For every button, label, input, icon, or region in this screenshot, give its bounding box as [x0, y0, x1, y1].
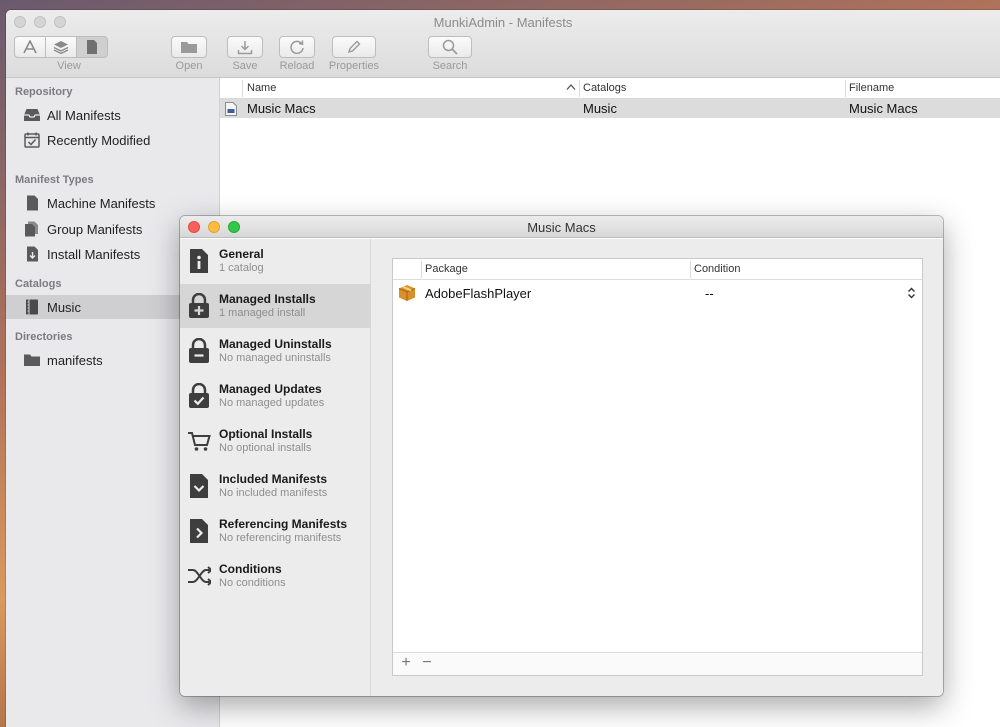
nav-item-general[interactable]: General 1 catalog: [180, 239, 371, 283]
detail-pane: Package Condition AdobeFlashPlayer -- + …: [371, 239, 943, 696]
sidebar-item-label: Install Manifests: [47, 246, 141, 262]
search-label: Search: [432, 60, 468, 72]
pencil-icon: [347, 40, 361, 54]
view-label: View: [57, 60, 81, 72]
table-row[interactable]: Music Macs Music Music Macs: [220, 99, 1000, 118]
document-icon: [87, 40, 97, 54]
sidebar-item-all-manifests[interactable]: All Manifests: [6, 103, 220, 127]
folder-icon: [181, 42, 197, 53]
properties-label: Properties: [328, 60, 380, 72]
search-button[interactable]: [428, 36, 472, 58]
search-icon: [442, 39, 458, 55]
nav-item-managed-updates[interactable]: Managed Updates No managed updates: [180, 374, 371, 418]
package-icon: [398, 284, 416, 305]
save-icon: [237, 40, 253, 54]
manifest-table-header: Name Catalogs Filename: [220, 78, 1000, 99]
nav-item-included-manifests[interactable]: Included Manifests No included manifests: [180, 464, 371, 508]
calendar-check-icon: [23, 131, 41, 149]
reload-button[interactable]: [279, 36, 315, 58]
sidebar-item-label: Recently Modified: [47, 132, 151, 148]
cell-package: AdobeFlashPlayer: [425, 286, 532, 301]
view-manifests-button[interactable]: [76, 36, 108, 58]
column-header-condition[interactable]: Condition: [694, 263, 740, 275]
sidebar-item-label: manifests: [47, 352, 103, 368]
sidebar-item-machine-manifests[interactable]: Machine Manifests: [6, 191, 220, 215]
sidebar-item-label: All Manifests: [47, 107, 121, 123]
chevron-up-down-icon[interactable]: [907, 287, 916, 302]
sidebar-item-label: Music: [47, 299, 81, 315]
nav-item-conditions[interactable]: Conditions No conditions: [180, 554, 371, 598]
remove-package-button[interactable]: −: [417, 654, 437, 672]
cell-filename: Music Macs: [849, 101, 918, 116]
view-packages-button[interactable]: [14, 36, 46, 58]
properties-button[interactable]: [332, 36, 376, 58]
sidebar-item-label: Machine Manifests: [47, 195, 156, 211]
manifest-detail-window: Music Macs General 1 catalog Managed Ins…: [180, 216, 943, 696]
open-label: Open: [175, 60, 203, 72]
document-chevron-right-icon: [187, 517, 211, 545]
sidebar-header-catalogs: Catalogs: [15, 278, 62, 290]
manifest-file-icon: [225, 102, 237, 119]
sort-ascending-icon: [566, 82, 576, 94]
app-store-icon: [23, 40, 37, 54]
packages-table-header: Package Condition: [393, 259, 922, 280]
save-button[interactable]: [227, 36, 263, 58]
shuffle-icon: [187, 562, 211, 590]
layers-icon: [53, 41, 69, 54]
table-row[interactable]: AdobeFlashPlayer --: [393, 282, 922, 306]
title-bar: MunkiAdmin - Manifests View Open Save Re…: [6, 10, 1000, 78]
catalog-icon: [23, 298, 41, 316]
document-chevron-down-icon: [187, 472, 211, 500]
column-header-catalogs[interactable]: Catalogs: [583, 82, 626, 94]
window-title: MunkiAdmin - Manifests: [433, 15, 573, 30]
documents-icon: [23, 220, 41, 238]
reload-label: Reload: [279, 60, 315, 72]
cell-catalogs: Music: [583, 101, 617, 116]
view-catalogs-button[interactable]: [45, 36, 77, 58]
lock-check-icon: [187, 382, 211, 410]
document-download-icon: [23, 245, 41, 263]
tray-icon: [23, 106, 41, 124]
sidebar-item-recently-modified[interactable]: Recently Modified: [6, 128, 220, 152]
open-button[interactable]: [171, 36, 207, 58]
detail-title-bar: Music Macs: [180, 216, 943, 238]
document-info-icon: [187, 247, 211, 275]
packages-table-footer: + −: [393, 652, 922, 675]
nav-item-optional-installs[interactable]: Optional Installs No optional installs: [180, 419, 371, 463]
lock-minus-icon: [187, 337, 211, 365]
add-package-button[interactable]: +: [396, 654, 416, 672]
detail-nav: General 1 catalog Managed Installs 1 man…: [180, 239, 371, 696]
reload-icon: [290, 40, 304, 55]
nav-item-managed-uninstalls[interactable]: Managed Uninstalls No managed uninstalls: [180, 329, 371, 373]
condition-select[interactable]: --: [705, 286, 714, 301]
nav-item-managed-installs[interactable]: Managed Installs 1 managed install: [180, 284, 371, 328]
lock-plus-icon: [187, 292, 211, 320]
sidebar-header-repository: Repository: [15, 86, 73, 98]
nav-item-referencing-manifests[interactable]: Referencing Manifests No referencing man…: [180, 509, 371, 553]
document-icon: [23, 194, 41, 212]
column-header-name[interactable]: Name: [247, 82, 276, 94]
sidebar-item-label: Group Manifests: [47, 221, 143, 237]
cell-name: Music Macs: [247, 101, 316, 116]
sidebar-header-directories: Directories: [15, 331, 73, 343]
detail-window-title: Music Macs: [527, 220, 596, 235]
sidebar-header-manifest-types: Manifest Types: [15, 174, 94, 186]
cart-icon: [187, 427, 211, 455]
packages-table: Package Condition AdobeFlashPlayer -- + …: [392, 258, 923, 676]
save-label: Save: [232, 60, 258, 72]
view-segmented-control: [14, 36, 108, 58]
column-header-filename[interactable]: Filename: [849, 82, 894, 94]
folder-icon: [23, 351, 41, 369]
column-header-package[interactable]: Package: [425, 263, 468, 275]
